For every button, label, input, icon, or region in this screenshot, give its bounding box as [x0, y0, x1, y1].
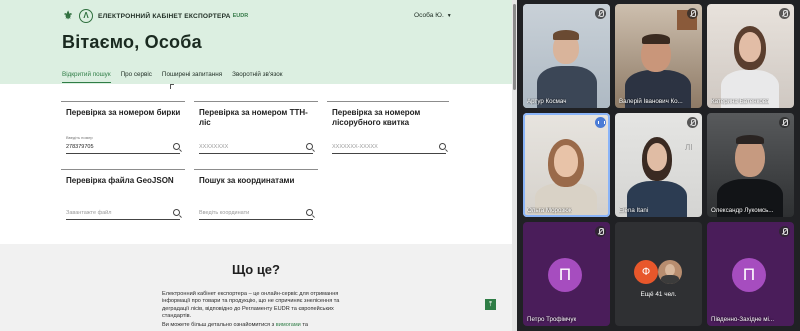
mic-off-icon	[595, 8, 606, 19]
participant-tile[interactable]: П Південно-Західне мі...	[707, 222, 794, 326]
ttn-card: Перевірка за номером ТТН-ліс XXXXXXXX	[194, 101, 318, 157]
user-menu[interactable]: Особа Ю. ▼	[414, 12, 452, 19]
arrow-up-icon[interactable]: ⤒	[485, 299, 496, 310]
mic-off-icon	[779, 8, 790, 19]
coordinates-input[interactable]: Введіть координати	[199, 208, 313, 220]
geojson-card: Перевірка файла GeoJSON Завантажте файл	[61, 169, 185, 221]
felling-ticket-card: Перевірка за номером лісорубного квитка …	[327, 101, 449, 157]
participant-tile-active[interactable]: Ольга Морозюк	[523, 113, 610, 217]
coordinates-card: Пошук за координатами Введіть координати	[194, 169, 318, 221]
page-title: Вітаємо, Особа	[62, 32, 202, 52]
active-speaker-ring	[523, 113, 610, 217]
page-header: ⚜ Λ ЕЛЕКТРОННИЙ КАБІНЕТ ЕКСПОРТЕРА EUDR …	[0, 0, 512, 84]
avatar: П	[732, 258, 766, 292]
chevron-down-icon: ▼	[446, 12, 452, 19]
about-more-suffix: та	[300, 322, 308, 328]
person-hair	[736, 135, 764, 144]
card-title: Перевірка за номером бирки	[66, 108, 181, 117]
participant-name: Валерій Іванович Ко...	[619, 98, 683, 105]
coat-of-arms-icon: ⚜	[63, 10, 73, 22]
person-hair	[642, 34, 670, 44]
browser-page: ⚜ Λ ЕЛЕКТРОННИЙ КАБІНЕТ ЕКСПОРТЕРА EUDR …	[0, 0, 517, 331]
brand-eudr: EUDR	[232, 13, 249, 19]
screen: ⚜ Λ ЕЛЕКТРОННИЙ КАБІНЕТ ЕКСПОРТЕРА EUDR …	[0, 0, 800, 331]
participant-tile[interactable]: Катерина Батенкова	[707, 4, 794, 108]
field-placeholder: Введіть координати	[199, 210, 250, 216]
person-head	[739, 32, 761, 62]
wall-sign: ЛІ	[685, 143, 693, 152]
participant-name: Олександр Лукомсь...	[711, 207, 774, 214]
felling-ticket-input[interactable]: XXXXXXX-XXXXX	[332, 142, 446, 154]
participant-tile[interactable]: Валерій Іванович Ко...	[615, 4, 702, 108]
mic-off-icon	[779, 226, 790, 237]
about-more-text: Ви можете більш детально ознайомитися з	[162, 322, 276, 328]
mouse-cursor	[170, 84, 174, 89]
participant-name: Ольга Морозюк	[527, 207, 572, 214]
user-name: Особа Ю.	[414, 12, 444, 19]
participant-name: Петро Трофімчук	[527, 316, 577, 323]
field-placeholder: XXXXXXXX	[199, 144, 229, 150]
search-icon[interactable]	[439, 143, 446, 150]
person-hair	[553, 30, 579, 40]
scrollbar-thumb[interactable]	[513, 4, 516, 90]
card-title: Пошук за координатами	[199, 176, 295, 185]
mic-off-icon	[779, 117, 790, 128]
participant-name: Elena Itani	[619, 207, 649, 214]
card-title: Перевірка за номером лісорубного квитка	[332, 108, 421, 127]
card-title: Перевірка файла GeoJSON	[66, 176, 174, 185]
speaking-icon	[595, 117, 606, 128]
field-placeholder: Завантажте файл	[66, 210, 112, 216]
site-brand[interactable]: ⚜ Λ ЕЛЕКТРОННИЙ КАБІНЕТ ЕКСПОРТЕРА EUDR	[62, 9, 248, 23]
logo-icon: Λ	[79, 9, 93, 23]
tab-faq[interactable]: Поширені запитання	[162, 71, 222, 83]
tag-number-card: Перевірка за номером бирки Введіть номер…	[61, 101, 185, 157]
avatar-body	[661, 275, 679, 284]
participant-tile[interactable]: Артур Космач	[523, 4, 610, 108]
field-value: 278379705	[66, 144, 94, 150]
participant-name: Південно-Західне мі...	[711, 316, 775, 323]
participant-tile[interactable]: Олександр Лукомсь...	[707, 113, 794, 217]
brand-title: ЕЛЕКТРОННИЙ КАБІНЕТ ЕКСПОРТЕРА	[98, 12, 231, 20]
search-icon[interactable]	[173, 209, 180, 216]
field-label: Введіть номер	[66, 135, 93, 140]
search-icon[interactable]	[306, 209, 313, 216]
about-section: Що це? Електронний кабінет експортера – …	[0, 244, 512, 331]
more-participants-label: Ещё 41 чел.	[640, 291, 677, 298]
about-title: Що це?	[232, 262, 280, 277]
tab-about-service[interactable]: Про сервіс	[121, 71, 152, 83]
avatar: П	[548, 258, 582, 292]
avatar	[658, 260, 682, 284]
participant-name: Артур Космач	[527, 98, 567, 105]
geojson-upload[interactable]: Завантажте файл	[66, 208, 180, 220]
page-scrollbar[interactable]	[512, 0, 517, 331]
ttn-input[interactable]: XXXXXXXX	[199, 142, 313, 154]
card-title: Перевірка за номером ТТН-ліс	[199, 108, 308, 127]
tab-open-search[interactable]: Відкритий пошук	[62, 71, 111, 83]
person-head	[647, 143, 667, 171]
field-placeholder: XXXXXXX-XXXXX	[332, 144, 378, 150]
search-icon[interactable]	[306, 143, 313, 150]
participant-tile[interactable]: П Петро Трофімчук	[523, 222, 610, 326]
mic-off-icon	[687, 8, 698, 19]
participant-tile[interactable]: ЛІ Elena Itani	[615, 113, 702, 217]
mic-off-icon	[687, 117, 698, 128]
requirements-link[interactable]: вимогами	[276, 322, 301, 328]
tag-number-input[interactable]: Введіть номер 278379705	[66, 135, 180, 154]
more-participants-tile[interactable]: Ф Ещё 41 чел.	[615, 222, 702, 326]
mic-off-icon	[595, 226, 606, 237]
avatar: Ф	[634, 260, 658, 284]
about-text: Електронний кабінет експортера – це онла…	[162, 291, 340, 320]
page-tabs: Відкритий пошук Про сервіс Поширені запи…	[62, 71, 283, 83]
participant-name: Катерина Батенкова	[711, 98, 770, 105]
tab-feedback[interactable]: Зворотній зв'язок	[232, 71, 282, 83]
about-more: Ви можете більш детально ознайомитися з …	[162, 322, 340, 328]
search-icon[interactable]	[173, 143, 180, 150]
